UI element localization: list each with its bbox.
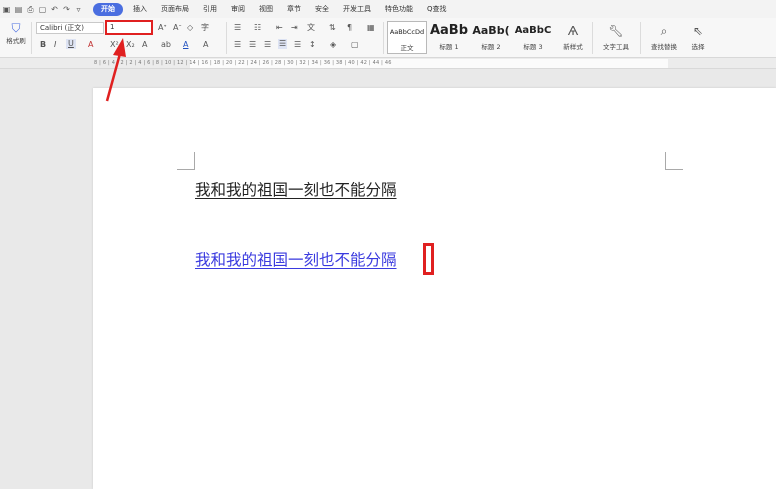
tab-view[interactable]: 视图 (252, 3, 280, 16)
margin-corner-top-left (177, 152, 195, 170)
superscript-icon[interactable]: X² (110, 40, 119, 50)
clear-format-icon[interactable]: ◇ (187, 23, 193, 33)
bold-icon[interactable]: B (40, 40, 46, 50)
borders-icon[interactable]: ▢ (351, 40, 359, 50)
tab-insert[interactable]: 插入 (126, 3, 154, 16)
cursor-arrow-icon: ⇖ (692, 24, 704, 38)
italic-icon[interactable]: I (54, 40, 56, 50)
font-size-select[interactable]: 1 (105, 20, 153, 35)
save-icon[interactable]: ▤ (14, 5, 23, 14)
tab-review[interactable]: 审阅 (224, 3, 252, 16)
magnifier-icon: ⌕ (660, 24, 668, 38)
increase-font-icon[interactable]: Aᐩ (158, 23, 167, 33)
font-color-icon[interactable]: A (183, 40, 188, 50)
style-heading-1[interactable]: AaBb 标题 1 (429, 21, 469, 54)
format-painter-label: 格式刷 (6, 37, 26, 45)
divider (592, 22, 593, 54)
decrease-indent-icon[interactable]: ⇤ (276, 23, 283, 33)
decrease-font-icon[interactable]: Aᐨ (173, 23, 182, 33)
quick-access-toolbar: ▣ ▤ ⎙ ▢ ↶ ↷ ▿ (0, 5, 83, 14)
redo-icon[interactable]: ↷ (62, 5, 71, 14)
ribbon-tabs: 开始 插入 页面布局 引用 审阅 视图 章节 安全 开发工具 特色功能 Q查找 (93, 2, 454, 16)
underline-icon[interactable]: U (66, 39, 76, 49)
tab-references[interactable]: 引用 (196, 3, 224, 16)
tab-section[interactable]: 章节 (280, 3, 308, 16)
chinese-layout-icon[interactable]: 文 (307, 23, 315, 33)
tab-search[interactable]: Q查找 (420, 3, 454, 16)
text-cursor-highlight (423, 243, 434, 275)
highlight-icon[interactable]: ab (161, 40, 171, 50)
horizontal-ruler[interactable]: 8 | 6 | 4 | 2 | 2 | 4 | 6 | 8 | 10 | 12 … (0, 58, 776, 69)
undo-icon[interactable]: ↶ (50, 5, 59, 14)
tab-security[interactable]: 安全 (308, 3, 336, 16)
dropdown-icon[interactable]: ▿ (74, 5, 83, 14)
divider (383, 22, 384, 54)
numbered-list-icon[interactable]: ☷ (254, 23, 261, 33)
sort-icon[interactable]: ⇅ (329, 23, 336, 33)
tab-special-features[interactable]: 特色功能 (378, 3, 420, 16)
divider (640, 22, 641, 54)
wrench-icon: 🔧︎ (608, 24, 624, 38)
font-effect-icon[interactable]: A (88, 40, 93, 50)
document-page[interactable]: 我和我的祖国一刻也不能分隔 我和我的祖国一刻也不能分隔 (93, 88, 776, 489)
new-style-button[interactable]: Ѧ 新样式 (558, 21, 588, 51)
margin-corner-top-right (665, 152, 683, 170)
style-heading-2[interactable]: AaBb( 标题 2 (471, 21, 511, 54)
divider (31, 22, 32, 54)
ruler-numbers: 8 | 6 | 4 | 2 | 2 | 4 | 6 | 8 | 10 | 12 … (94, 60, 392, 66)
select-button[interactable]: ⇖ 选择 (686, 21, 710, 51)
increase-indent-icon[interactable]: ⇥ (291, 23, 298, 33)
distributed-icon[interactable]: ☰ (294, 40, 301, 50)
style-heading-3[interactable]: AaBbC 标题 3 (513, 21, 553, 54)
justify-icon[interactable]: ☰ (278, 39, 288, 49)
align-center-icon[interactable]: ☰ (249, 40, 256, 50)
tab-developer[interactable]: 开发工具 (336, 3, 378, 16)
align-right-icon[interactable]: ☰ (264, 40, 271, 50)
paintbrush-icon: ⛉ (11, 21, 21, 35)
subscript-icon[interactable]: X₂ (126, 40, 135, 50)
align-left-icon[interactable]: ☰ (234, 40, 241, 50)
find-replace-button[interactable]: ⌕ 查找替换 (644, 21, 684, 51)
shading-icon[interactable]: ◈ (330, 40, 336, 50)
line-spacing-icon[interactable]: ↕ (309, 40, 316, 50)
divider (226, 22, 227, 54)
open-icon[interactable]: ▣ (2, 5, 11, 14)
bullet-list-icon[interactable]: ☰ (234, 23, 241, 33)
phonetic-guide-icon[interactable]: 字 (201, 23, 209, 33)
text-outline-icon[interactable]: A (142, 40, 147, 50)
text-tools-button[interactable]: 🔧︎ 文字工具 (597, 21, 635, 51)
style-gallery: AaBbCcDd 正文 AaBb 标题 1 AaBb( 标题 2 AaBbC 标… (387, 21, 555, 54)
tab-home[interactable]: 开始 (93, 2, 123, 16)
tab-page-layout[interactable]: 页面布局 (154, 3, 196, 16)
style-normal[interactable]: AaBbCcDd 正文 (387, 21, 427, 54)
print-icon[interactable]: ⎙ (26, 5, 35, 14)
format-painter-button[interactable]: ⛉ 格式刷 (4, 21, 28, 45)
font-name-select[interactable]: Calibri (正文) (36, 22, 104, 34)
new-style-icon: Ѧ (567, 24, 579, 38)
char-shading-icon[interactable]: A (203, 40, 208, 50)
print-preview-icon[interactable]: ▢ (38, 5, 47, 14)
paragraph-line-2[interactable]: 我和我的祖国一刻也不能分隔 (195, 248, 397, 270)
ribbon: ⛉ 格式刷 Calibri (正文) 1 Aᐩ Aᐨ ◇ 字 B I U A X… (0, 18, 776, 58)
paragraph-line-1[interactable]: 我和我的祖国一刻也不能分隔 (195, 178, 397, 200)
table-icon[interactable]: ▦ (367, 23, 375, 33)
show-marks-icon[interactable]: ¶ (347, 23, 352, 33)
menu-bar: ▣ ▤ ⎙ ▢ ↶ ↷ ▿ 开始 插入 页面布局 引用 审阅 视图 章节 安全 … (0, 0, 776, 18)
